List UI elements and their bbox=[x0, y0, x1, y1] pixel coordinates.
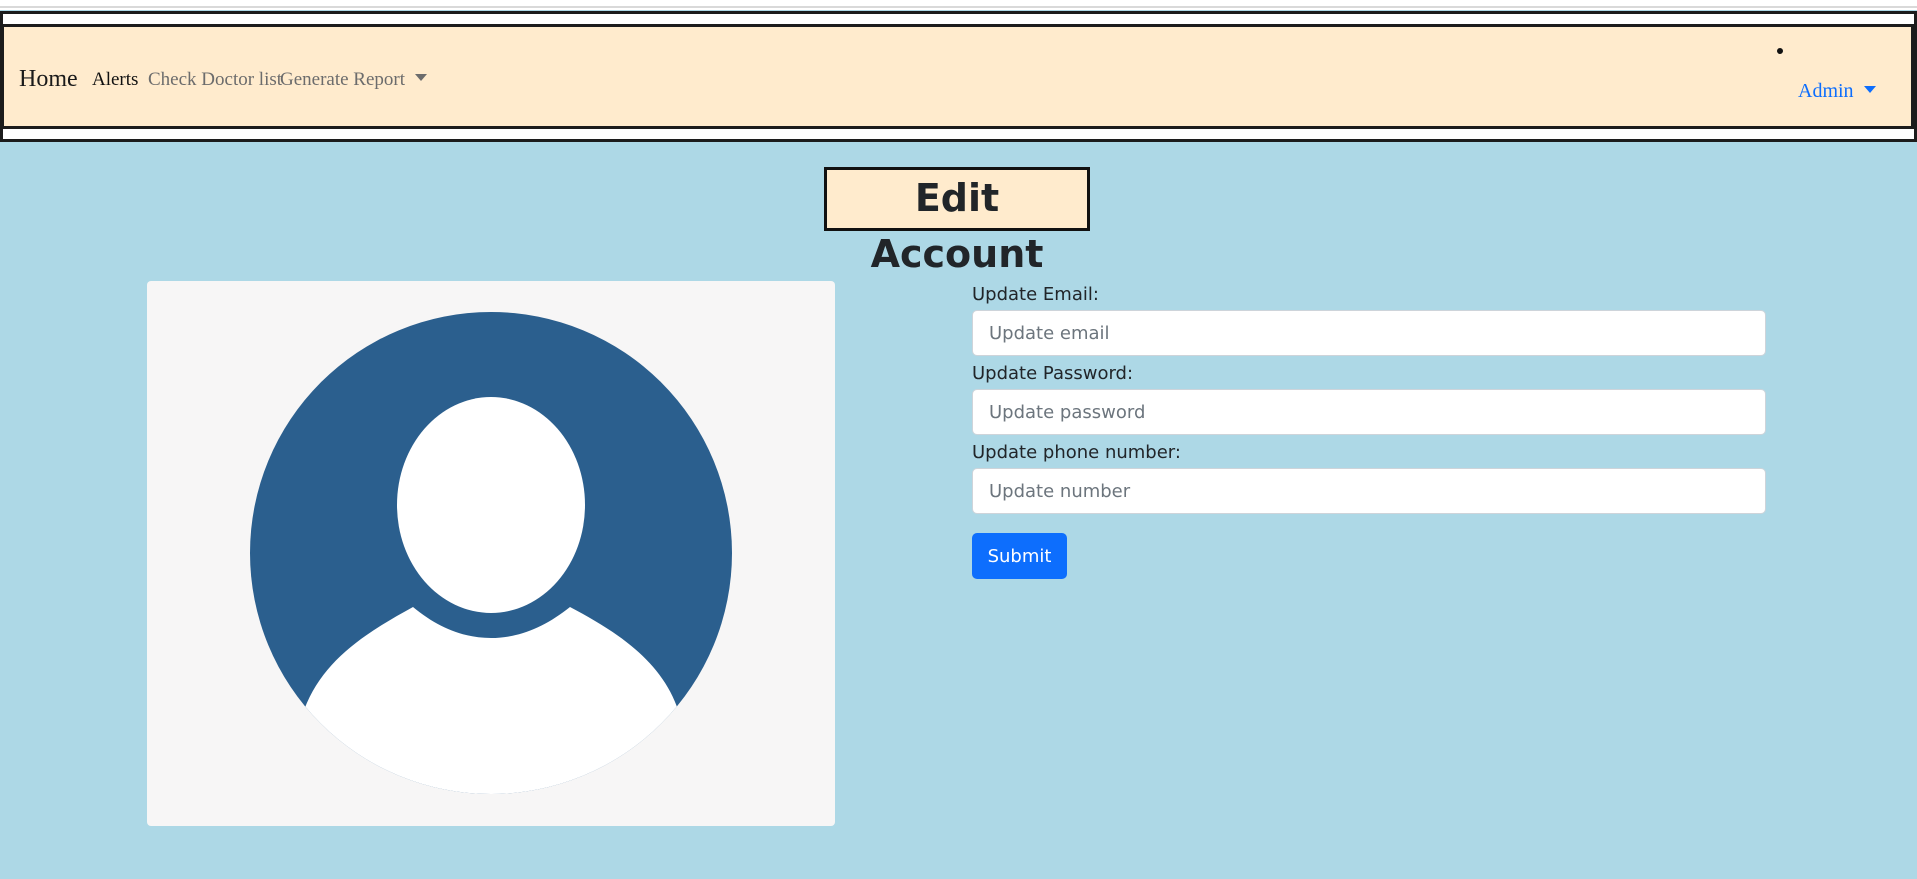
page-title: Edit Account bbox=[870, 176, 1044, 276]
generate-report-label: Generate Report bbox=[280, 69, 406, 90]
nav-dropdown-generate-report[interactable]: Generate Report bbox=[280, 69, 428, 91]
nav-link-check-doctor-list[interactable]: Check Doctor list bbox=[148, 69, 282, 91]
home-link[interactable]: Home bbox=[19, 65, 78, 93]
avatar-head bbox=[397, 397, 585, 613]
password-field[interactable] bbox=[972, 389, 1766, 435]
submit-button[interactable]: Submit bbox=[972, 533, 1067, 579]
top-strip-line bbox=[0, 6, 1917, 8]
email-field[interactable] bbox=[972, 310, 1766, 356]
avatar-card bbox=[147, 281, 835, 826]
user-avatar-icon bbox=[250, 312, 732, 794]
nav-link-alerts[interactable]: Alerts bbox=[92, 69, 138, 91]
edit-account-form: Update Email: Update Password: Update ph… bbox=[972, 284, 1766, 579]
admin-dropdown[interactable]: Admin bbox=[1798, 80, 1876, 102]
browser-top-strip bbox=[0, 0, 1917, 10]
chevron-down-icon bbox=[1863, 86, 1876, 93]
password-label: Update Password: bbox=[972, 363, 1134, 384]
page-title-box: Edit Account bbox=[824, 167, 1090, 276]
admin-label: Admin bbox=[1798, 80, 1854, 102]
phone-field[interactable] bbox=[972, 468, 1766, 514]
list-bullet-dot bbox=[1777, 48, 1783, 54]
email-label: Update Email: bbox=[972, 284, 1099, 305]
phone-label: Update phone number: bbox=[972, 442, 1181, 463]
chevron-down-icon bbox=[415, 74, 428, 81]
navbar: Home Alerts Check Doctor list Generate R… bbox=[1, 24, 1914, 129]
